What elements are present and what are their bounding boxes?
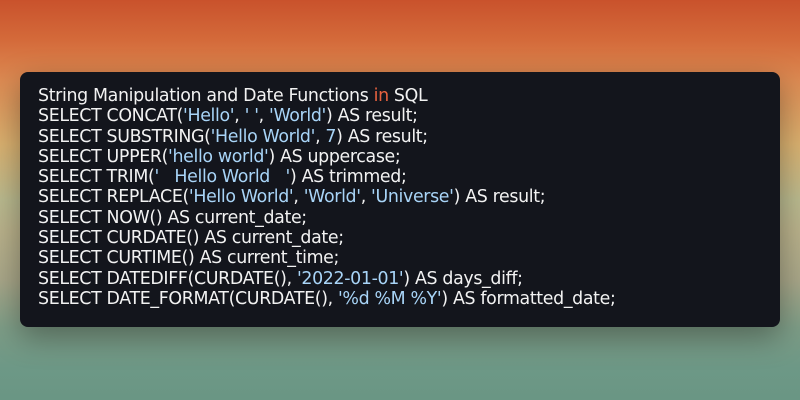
string-literal: ' ' bbox=[244, 106, 259, 127]
code-token: ) AS result; bbox=[325, 106, 418, 127]
string-literal: ' Hello World ' bbox=[154, 167, 290, 188]
string-literal: 'Hello' bbox=[183, 106, 235, 127]
code-line: SELECT DATE_FORMAT(CURDATE(), '%d %M %Y'… bbox=[38, 289, 764, 309]
code-token: , bbox=[293, 187, 304, 208]
code-line: SELECT UPPER('hello world') AS uppercase… bbox=[38, 147, 764, 167]
code-token: SELECT UPPER( bbox=[38, 146, 169, 167]
code-token: , bbox=[360, 187, 372, 208]
string-literal: 'Universe' bbox=[371, 187, 454, 208]
code-line: SELECT REPLACE('Hello World', 'World', '… bbox=[38, 187, 764, 207]
code-line: SELECT CONCAT('Hello', ' ', 'World') AS … bbox=[38, 106, 764, 126]
string-literal: 'Hello World' bbox=[210, 126, 316, 147]
code-title-line: String Manipulation and Date Functions i… bbox=[38, 86, 764, 106]
string-literal: '%d %M %Y' bbox=[338, 288, 442, 309]
code-token: ) AS days_diff; bbox=[403, 268, 523, 289]
code-token: ) AS uppercase; bbox=[268, 146, 401, 167]
code-line: SELECT NOW() AS current_date; bbox=[38, 208, 764, 228]
code-token: , bbox=[258, 106, 270, 127]
code-block: String Manipulation and Date Functions i… bbox=[38, 86, 764, 309]
code-token: ) AS result; bbox=[453, 187, 546, 208]
string-literal: 'World' bbox=[269, 106, 326, 127]
code-line: SELECT CURDATE() AS current_date; bbox=[38, 228, 764, 248]
code-token: SELECT DATEDIFF(CURDATE(), bbox=[38, 268, 297, 289]
number-literal: 7 bbox=[325, 126, 337, 147]
code-token: SELECT DATE_FORMAT(CURDATE(), bbox=[38, 288, 338, 309]
code-token: SELECT TRIM( bbox=[38, 167, 155, 188]
code-token: SELECT CURTIME() AS current_time; bbox=[38, 248, 340, 269]
code-token: ) AS formatted_date; bbox=[441, 288, 616, 309]
code-token: SELECT CONCAT( bbox=[38, 106, 184, 127]
code-token: SELECT CURDATE() AS current_date; bbox=[38, 228, 344, 249]
keyword-token: in bbox=[373, 86, 390, 106]
code-token: SQL bbox=[388, 86, 428, 106]
code-token: String Manipulation and Date Functions bbox=[38, 86, 374, 106]
code-line: SELECT SUBSTRING('Hello World', 7) AS re… bbox=[38, 127, 764, 147]
code-token: , bbox=[234, 106, 245, 127]
string-literal: '2022-01-01' bbox=[296, 268, 404, 289]
code-snippet-panel: String Manipulation and Date Functions i… bbox=[20, 72, 780, 327]
code-token: SELECT NOW() AS current_date; bbox=[38, 207, 307, 228]
string-literal: 'Hello World' bbox=[188, 187, 294, 208]
code-token: SELECT SUBSTRING( bbox=[38, 126, 211, 147]
string-literal: 'World' bbox=[303, 187, 361, 208]
code-line: SELECT DATEDIFF(CURDATE(), '2022-01-01')… bbox=[38, 269, 764, 289]
code-line: SELECT TRIM(' Hello World ') AS trimmed; bbox=[38, 167, 764, 187]
code-token: , bbox=[315, 126, 326, 147]
string-literal: 'hello world' bbox=[168, 146, 269, 167]
code-token: ) AS result; bbox=[336, 126, 428, 147]
code-line: SELECT CURTIME() AS current_time; bbox=[38, 248, 764, 268]
code-token: SELECT REPLACE( bbox=[38, 187, 189, 208]
code-token: ) AS trimmed; bbox=[289, 167, 407, 188]
